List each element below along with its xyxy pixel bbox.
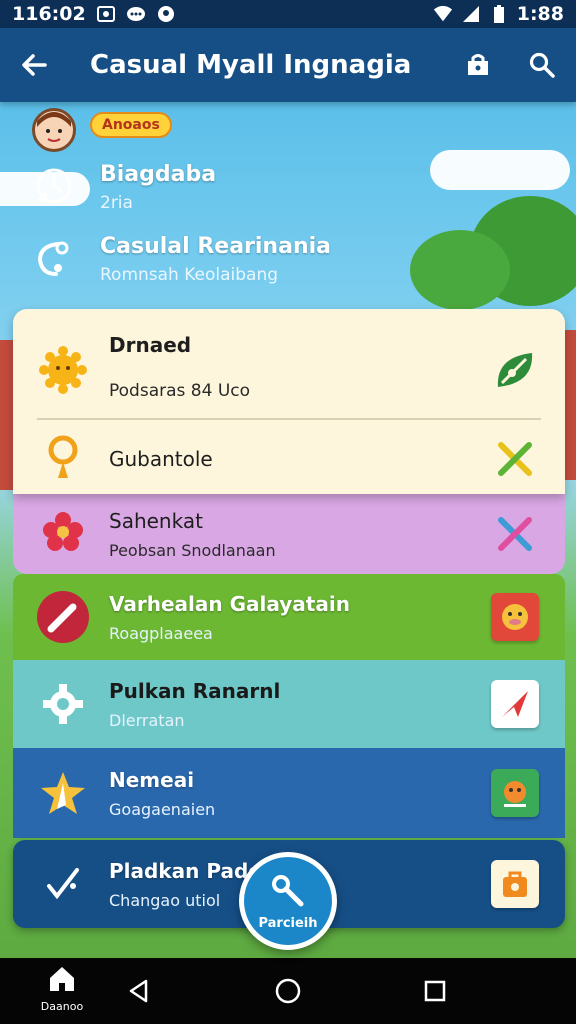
status-right-time: 1:88 <box>516 3 564 25</box>
messenger-icon <box>126 4 146 24</box>
pig-tile-icon[interactable] <box>489 591 541 643</box>
search-icon[interactable] <box>524 47 560 83</box>
header-row-subtitle: 2ria <box>100 193 133 213</box>
divider <box>37 418 541 420</box>
cross-icon[interactable] <box>489 508 541 560</box>
balloon-icon <box>33 429 93 489</box>
gear-icon <box>33 674 93 734</box>
photo-icon <box>96 4 116 24</box>
fab-button[interactable]: Parcieih <box>239 852 337 950</box>
header-row-title: Biagdaba <box>100 162 217 187</box>
status-badge: Anoaos <box>90 112 172 138</box>
header-row-subtitle: Romnsah Keolaibang <box>100 265 279 285</box>
clock-icon <box>30 162 78 210</box>
item-title: Nemeai <box>109 767 195 792</box>
avatar[interactable] <box>32 108 76 152</box>
item-subtitle: Podsaras 84 Uco <box>109 381 251 401</box>
face-tile-icon[interactable] <box>489 767 541 819</box>
sun-icon <box>33 340 93 400</box>
signal-icon <box>461 4 481 24</box>
location-icon <box>156 4 176 24</box>
fab-label: Parcieih <box>258 915 318 931</box>
item-title: Drnaed <box>109 333 192 357</box>
home-icon <box>47 964 77 998</box>
app-bar: Casual Myall Ingnagia <box>0 28 576 102</box>
arrow-left-icon[interactable] <box>16 47 52 83</box>
item-subtitle: Roagplaaeea <box>109 623 213 643</box>
plane-tile-icon[interactable] <box>489 678 541 730</box>
status-bar: 116:02 1:88 <box>0 0 576 28</box>
item-title: Pulkan Ranarnl <box>109 678 281 703</box>
nav-home-label: Daanoo <box>40 1000 84 1013</box>
status-time: 116:02 <box>12 3 86 25</box>
header-row-title: Casulal Rearinania <box>100 234 331 259</box>
bag-icon[interactable] <box>460 47 496 83</box>
list-item-band[interactable]: Sahenkat Peobsan Snodlanaan <box>13 494 565 574</box>
item-title: Varhealan Galayatain <box>109 591 350 616</box>
back-triangle-icon[interactable] <box>122 974 156 1008</box>
tree-decoration <box>410 230 510 310</box>
page-title: Casual Myall Ingnagia <box>90 50 412 80</box>
magnifier-icon <box>269 872 307 914</box>
recents-square-icon[interactable] <box>418 974 452 1008</box>
item-title: Sahenkat <box>109 508 203 533</box>
flower-icon <box>33 504 93 564</box>
leaf-check-icon <box>33 854 93 914</box>
item-subtitle: Goagaenaien <box>109 799 216 819</box>
check-x-icon[interactable] <box>489 433 541 485</box>
header-row-2[interactable]: Casulal Rearinania Romnsah Keolaibang <box>30 234 331 285</box>
list-item[interactable]: Drnaed Podsaras 84 Uco <box>13 325 565 415</box>
nav-home-button[interactable]: Daanoo <box>34 964 90 1013</box>
list-item-band[interactable]: Varhealan Galayatain Roagplaaeea <box>13 574 565 660</box>
phone-icon <box>30 234 78 282</box>
item-subtitle: Dlerratan <box>109 710 185 730</box>
bag-tile-icon[interactable] <box>489 858 541 910</box>
home-circle-icon[interactable] <box>271 974 305 1008</box>
pencil-icon <box>33 587 93 647</box>
list-item-band[interactable]: Pulkan Ranarnl Dlerratan <box>13 660 565 748</box>
main-card: Drnaed Podsaras 84 Uco Gubantole <box>13 309 565 494</box>
cloud-decoration <box>430 150 570 190</box>
list-item-band[interactable]: Nemeai Goagaenaien <box>13 748 565 838</box>
wifi-icon <box>433 4 453 24</box>
item-subtitle: Peobsan Snodlanaan <box>109 540 276 560</box>
list-item[interactable]: Gubantole <box>13 425 565 493</box>
battery-icon <box>489 4 509 24</box>
header-row-1[interactable]: Biagdaba 2ria <box>30 162 216 213</box>
item-title: Gubantole <box>109 447 213 471</box>
house-decoration <box>0 340 14 490</box>
star-icon <box>33 763 93 823</box>
leaf-icon[interactable] <box>489 344 541 396</box>
nav-bar: Daanoo <box>0 958 576 1024</box>
